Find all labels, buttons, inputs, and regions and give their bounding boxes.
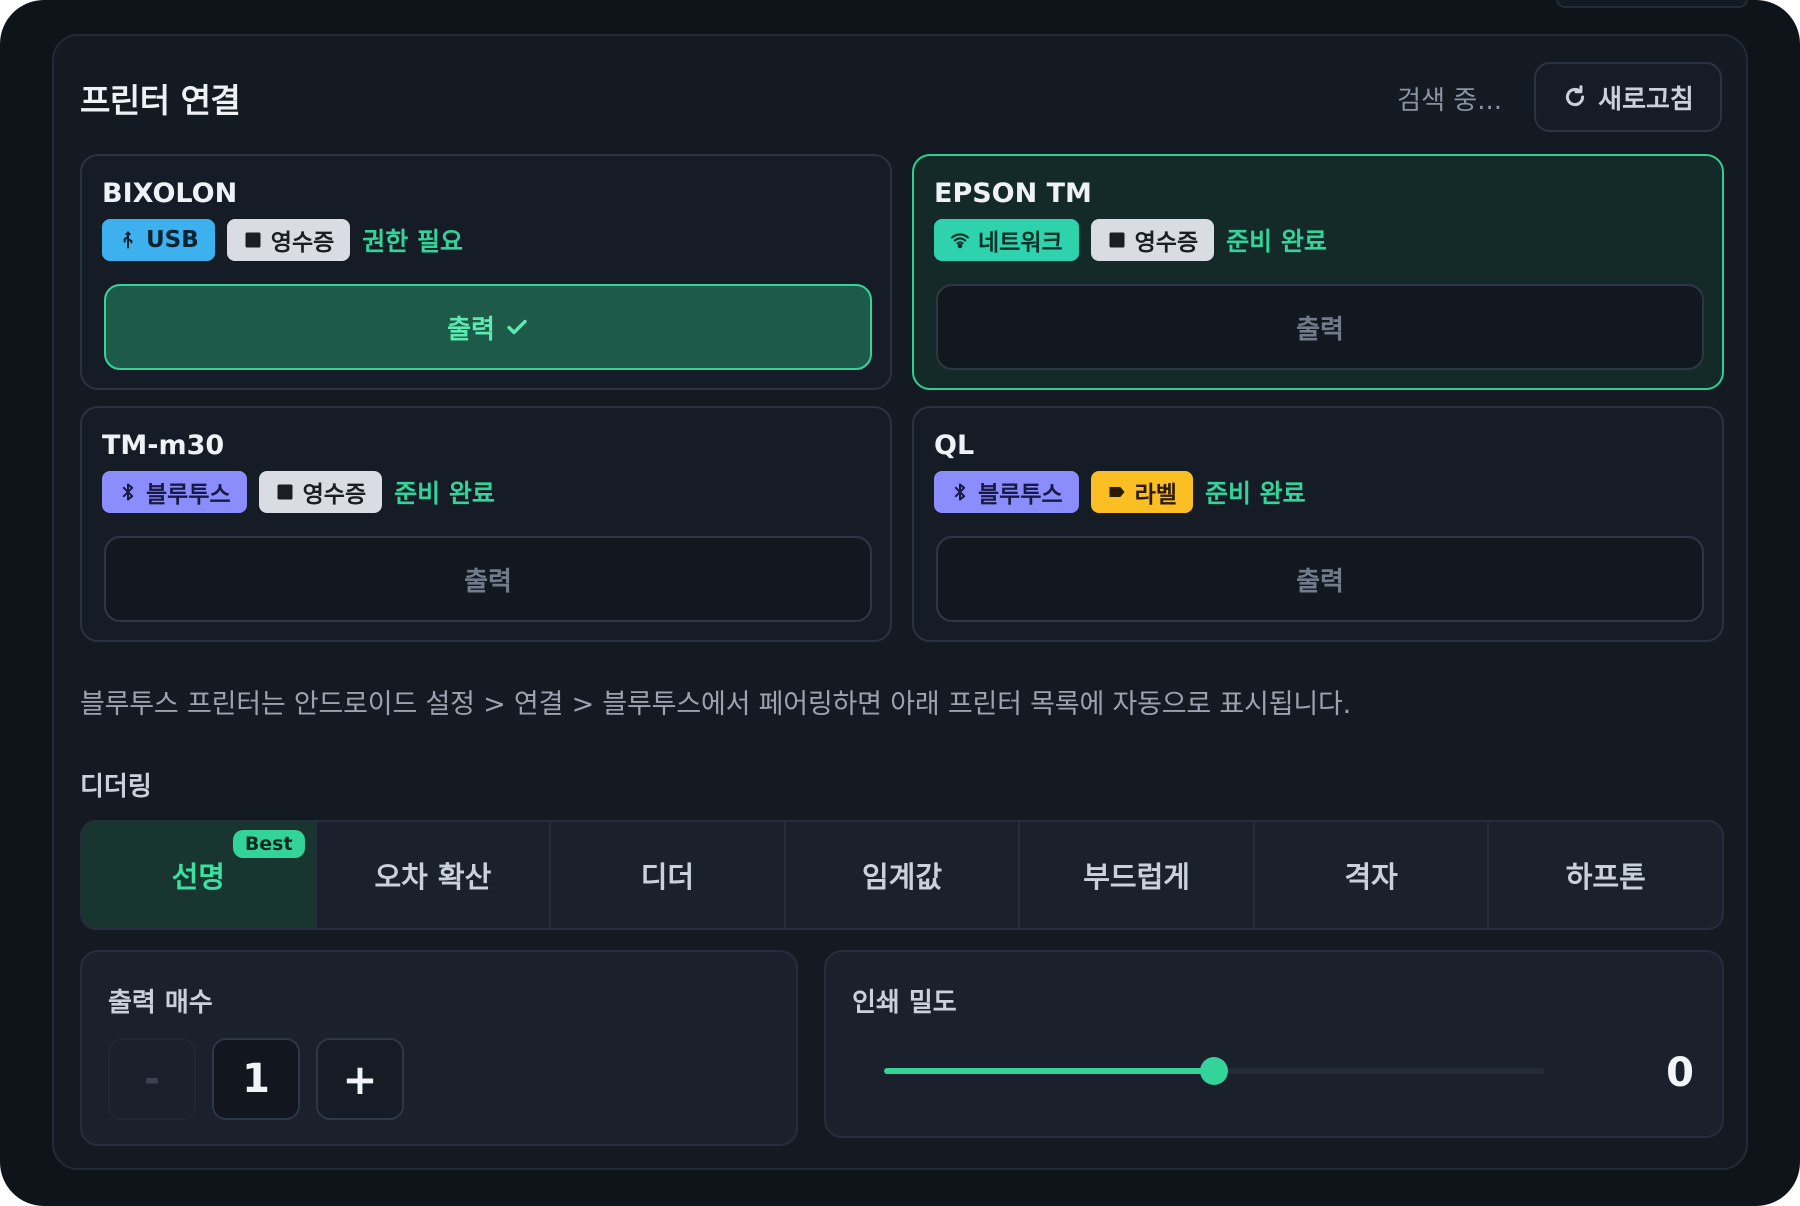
density-slider[interactable] <box>884 1057 1544 1085</box>
printer-card-ql[interactable]: QL 블루투스 라벨 준비 완료 출력 <box>912 406 1724 642</box>
print-button[interactable]: 출력 <box>936 284 1704 370</box>
density-card: 인쇄 밀도 0 <box>824 950 1724 1138</box>
print-label: 출력 <box>464 566 512 597</box>
density-slider-thumb[interactable] <box>1200 1057 1228 1085</box>
connection-label: 블루투스 <box>146 482 231 508</box>
print-button[interactable]: 출력 <box>936 536 1704 622</box>
dither-option-label: 격자 <box>1344 860 1398 894</box>
bluetooth-icon <box>954 483 966 501</box>
dithering-label: 디더링 <box>80 772 152 802</box>
dither-option-smooth[interactable]: 부드럽게 <box>1020 822 1255 928</box>
printer-card-bixolon[interactable]: BIXOLON USB 영수증 권한 필요 출력 <box>80 154 892 390</box>
printer-status: 권한 필요 <box>362 227 463 256</box>
print-button[interactable]: 출력 <box>104 536 872 622</box>
type-label: 영수증 <box>1134 230 1199 256</box>
panel-title: 프린터 연결 <box>80 81 241 120</box>
connection-label: USB <box>146 227 199 253</box>
connection-chip-usb: USB <box>102 219 215 261</box>
print-label: 출력 <box>447 314 495 345</box>
printer-chips: 블루투스 영수증 준비 완료 <box>102 470 495 514</box>
connection-chip-network: 네트워크 <box>934 219 1079 261</box>
printer-status: 준비 완료 <box>1226 227 1327 256</box>
top-edge-control <box>1556 0 1748 8</box>
copies-label: 출력 매수 <box>108 988 213 1018</box>
search-status: 검색 중... <box>1397 86 1502 116</box>
print-button[interactable]: 출력 <box>104 284 872 370</box>
type-chip-receipt: 영수증 <box>226 219 351 261</box>
printer-connection-panel: 프린터 연결 검색 중... 새로고침 BIXOLON USB 영수증 권한 필… <box>52 34 1748 1170</box>
type-label: 영수증 <box>302 482 367 508</box>
usb-icon <box>123 231 133 249</box>
printer-chips: USB 영수증 권한 필요 <box>102 218 463 262</box>
printer-chips: 블루투스 라벨 준비 완료 <box>934 470 1306 514</box>
receipt-icon <box>245 232 261 248</box>
best-badge: Best <box>232 830 305 858</box>
dither-option-threshold[interactable]: 임계값 <box>786 822 1021 928</box>
printer-status: 준비 완료 <box>1204 479 1306 508</box>
bluetooth-pairing-hint: 블루투스 프린터는 안드로이드 설정 > 연결 > 블루투스에서 페어링하면 아… <box>80 689 1351 720</box>
dither-option-label: 오차 확산 <box>374 860 492 894</box>
printer-status: 준비 완료 <box>394 479 495 508</box>
dither-option-dither[interactable]: 디더 <box>551 822 786 928</box>
density-label: 인쇄 밀도 <box>852 988 957 1018</box>
connection-chip-bluetooth: 블루투스 <box>934 471 1079 513</box>
wifi-icon <box>951 233 969 249</box>
print-label: 출력 <box>1296 566 1344 597</box>
printer-chips: 네트워크 영수증 준비 완료 <box>934 218 1327 262</box>
type-label: 영수증 <box>270 230 335 256</box>
printer-card-epson-tm[interactable]: EPSON TM 네트워크 영수증 준비 완료 출력 <box>912 154 1724 390</box>
printer-name: QL <box>934 430 975 461</box>
dither-option-label: 디더 <box>640 860 695 894</box>
increase-copies-button[interactable]: + <box>316 1038 404 1120</box>
printer-card-tm-m30[interactable]: TM-m30 블루투스 영수증 준비 완료 출력 <box>80 406 892 642</box>
dither-option-label: 하프톤 <box>1565 860 1646 894</box>
type-label: 라벨 <box>1134 482 1177 508</box>
dither-option-halftone[interactable]: 하프톤 <box>1489 822 1722 928</box>
printer-name: EPSON TM <box>934 178 1092 209</box>
dither-option-label: 임계값 <box>862 860 943 894</box>
dither-option-label: 부드럽게 <box>1083 860 1190 894</box>
dither-option-label: 선명 <box>171 860 225 894</box>
refresh-button[interactable]: 새로고침 <box>1534 62 1722 132</box>
refresh-label: 새로고침 <box>1598 84 1694 115</box>
printer-name: TM-m30 <box>102 430 225 461</box>
receipt-icon <box>1109 232 1125 248</box>
dither-option-grid[interactable]: 격자 <box>1255 822 1490 928</box>
type-chip-receipt: 영수증 <box>1090 219 1215 261</box>
refresh-icon <box>1566 85 1585 107</box>
dither-option-error-diffusion[interactable]: 오차 확산 <box>317 822 552 928</box>
decrease-copies-button[interactable]: - <box>108 1038 196 1120</box>
receipt-icon <box>277 484 293 500</box>
bluetooth-icon <box>122 483 134 501</box>
connection-label: 네트워크 <box>978 230 1063 256</box>
type-chip-label: 라벨 <box>1090 471 1193 513</box>
check-icon <box>507 319 527 335</box>
copies-value: 1 <box>212 1038 300 1120</box>
dithering-selector: 선명 Best 오차 확산 디더 임계값 부드럽게 격자 하프톤 <box>80 820 1724 930</box>
type-chip-receipt: 영수증 <box>258 471 383 513</box>
label-tag-icon <box>1109 487 1125 497</box>
printer-name: BIXOLON <box>102 178 238 209</box>
print-label: 출력 <box>1296 314 1344 345</box>
app-window: 프린터 연결 검색 중... 새로고침 BIXOLON USB 영수증 권한 필… <box>0 0 1800 1206</box>
copies-card: 출력 매수 - 1 + <box>80 950 798 1146</box>
connection-chip-bluetooth: 블루투스 <box>102 471 247 513</box>
density-value: 0 <box>1666 1050 1694 1096</box>
connection-label: 블루투스 <box>978 482 1063 508</box>
dither-option-sharp[interactable]: 선명 Best <box>82 822 317 928</box>
density-slider-fill <box>884 1068 1214 1074</box>
